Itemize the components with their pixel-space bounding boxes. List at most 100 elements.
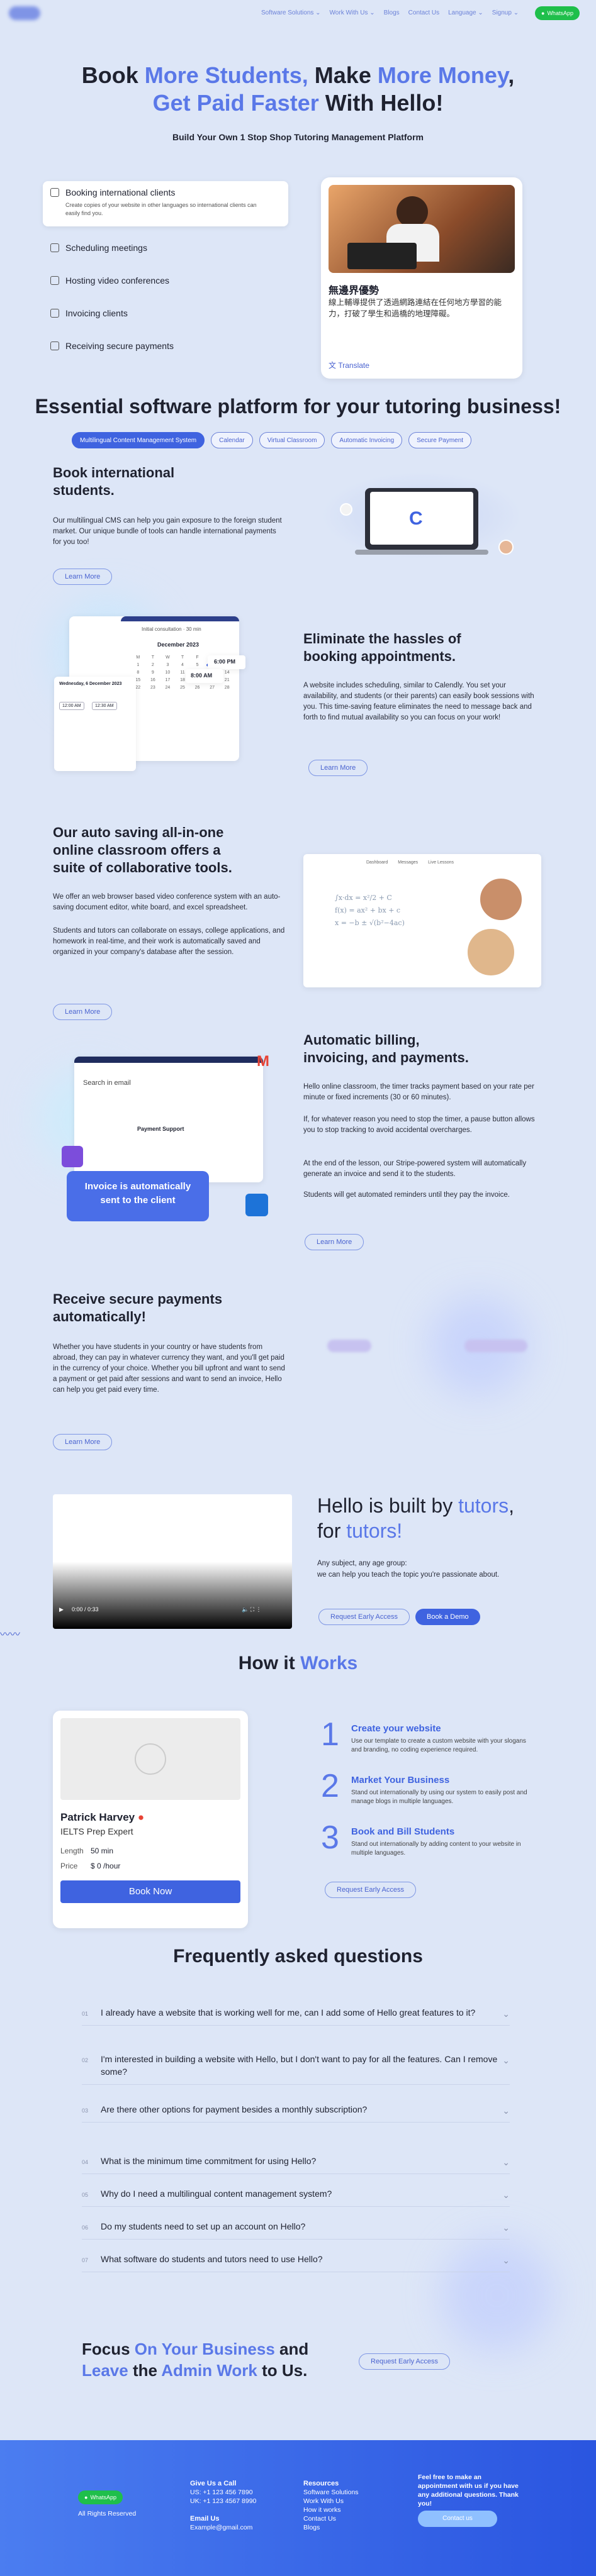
book-now-button[interactable]: Book Now: [60, 1880, 240, 1903]
s2-text: A website includes scheduling, similar t…: [303, 682, 534, 721]
nav-work-with-us[interactable]: Work With Us ⌄: [330, 9, 375, 16]
video-text1: Any subject, any age group:: [317, 1560, 407, 1567]
email-search[interactable]: Search in email: [83, 1079, 131, 1087]
card-text: 線上輔導提供了透過網路連結在任何地方學習的能力，打破了學生和過橋的地理障礙。: [329, 298, 502, 318]
s5-learn-more[interactable]: Learn More: [53, 1434, 113, 1450]
footer-link[interactable]: Contact Us: [303, 2515, 336, 2523]
s4-text4: Students will get automated reminders un…: [303, 1191, 510, 1199]
s4-text2: If, for whatever reason you need to stop…: [303, 1116, 535, 1134]
nav-signup[interactable]: Signup ⌄: [492, 9, 519, 16]
footer-resources: Resources Software Solutions Work With U…: [303, 2480, 359, 2531]
footer-link[interactable]: Software Solutions: [303, 2489, 359, 2496]
tab-dashboard[interactable]: Dashboard: [366, 860, 388, 865]
time-chip[interactable]: 6:00 PM: [208, 655, 245, 669]
tab-secure-payment[interactable]: Secure Payment: [408, 432, 472, 448]
brand-logo[interactable]: [9, 6, 40, 20]
whatsapp-button[interactable]: ● WhatsApp: [535, 6, 580, 20]
feature-payments[interactable]: Receiving secure payments: [50, 341, 174, 351]
feature-invoicing[interactable]: Invoicing clients: [50, 308, 128, 318]
step-title: Book and Bill Students: [351, 1826, 455, 1837]
card-title: 無邊界優勢: [329, 286, 380, 296]
footer-whatsapp-button[interactable]: ● WhatsApp: [78, 2490, 123, 2504]
s5-text: Whether you have students in your countr…: [53, 1343, 285, 1394]
wave-icon: 〰〰: [0, 1629, 21, 1640]
time-chip[interactable]: 8:00 AM: [186, 669, 223, 683]
volume-icon[interactable]: 🔈 ⛶ ⋮: [242, 1606, 262, 1613]
video-participant: [466, 927, 516, 977]
lock-icon: [50, 341, 59, 350]
hero-title-line1: Book More Students, Make More Money,: [81, 62, 515, 88]
s2-title: Eliminate the hassles of booking appoint…: [303, 631, 461, 664]
s3-text2: Students and tutors can collaborate on e…: [53, 927, 285, 956]
whiteboard-formulas[interactable]: ∫x·dx = x²/2 + Cf(x) = ax² + bx + cx = −…: [335, 892, 405, 930]
cta-request-access[interactable]: Request Early Access: [359, 2353, 450, 2370]
s3-learn-more[interactable]: Learn More: [53, 1004, 113, 1020]
footer-email[interactable]: Example@gmail.com: [190, 2524, 252, 2531]
step-desc: Stand out internationally by adding cont…: [351, 1841, 521, 1857]
step-title: Create your website: [351, 1723, 441, 1734]
footer: ● WhatsApp All Rights Reserved Give Us a …: [0, 2440, 596, 2576]
s3-title: Our auto saving all-in-one online classr…: [53, 824, 232, 875]
s1-learn-more[interactable]: Learn More: [53, 569, 113, 585]
faq-item[interactable]: 04 What is the minimum time commitment fo…: [82, 2155, 510, 2174]
nav-software-solutions[interactable]: Software Solutions ⌄: [261, 9, 321, 16]
footer-rights: All Rights Reserved: [78, 2510, 137, 2518]
footer-note: Feel free to make an appointment with us…: [418, 2473, 519, 2507]
student-photo: [329, 185, 515, 273]
calendar-icon: [50, 243, 59, 252]
tab-cms[interactable]: Multilingual Content Management System: [72, 432, 205, 448]
step-title: Market Your Business: [351, 1775, 450, 1785]
gmail-icon: M: [257, 1053, 269, 1070]
book-demo-button[interactable]: Book a Demo: [415, 1609, 480, 1625]
tab-virtual-classroom[interactable]: Virtual Classroom: [259, 432, 325, 448]
s2-learn-more[interactable]: Learn More: [308, 760, 368, 776]
payment-support: Payment Support: [137, 1126, 184, 1132]
tutor-photo-placeholder: [60, 1718, 240, 1800]
faq-item[interactable]: 03 Are there other options for payment be…: [82, 2103, 510, 2123]
how-request-access[interactable]: Request Early Access: [325, 1882, 416, 1898]
time-slot[interactable]: 12:30 AM: [92, 702, 117, 710]
footer-link[interactable]: Work With Us: [303, 2497, 344, 2505]
feature-video[interactable]: Hosting video conferences: [50, 275, 169, 286]
payment-illustration: [464, 1340, 527, 1352]
top-nav: Software Solutions ⌄ Work With Us ⌄ Blog…: [0, 0, 596, 28]
feature-scheduling[interactable]: Scheduling meetings: [50, 243, 147, 253]
footer-link[interactable]: How it works: [303, 2506, 341, 2514]
feature-booking[interactable]: Booking international clients: [50, 187, 175, 197]
nav-language[interactable]: Language ⌄: [448, 9, 483, 16]
faq-item[interactable]: 07 What software do students and tutors n…: [82, 2253, 510, 2272]
tab-calendar[interactable]: Calendar: [211, 432, 253, 448]
s3-text1: We offer an web browser based video conf…: [53, 893, 281, 911]
cta-heading: Focus On Your Business and Leave the Admi…: [82, 2340, 309, 2380]
play-icon[interactable]: ▶: [59, 1606, 64, 1613]
video-request-access[interactable]: Request Early Access: [318, 1609, 410, 1625]
nav-blogs[interactable]: Blogs: [384, 9, 400, 16]
session-price: $ 0 /hour: [91, 1862, 121, 1870]
time-slot[interactable]: 12:00 AM: [59, 702, 84, 710]
payment-illustration: [327, 1340, 371, 1352]
world-map-illustration: C: [315, 465, 529, 579]
video-player[interactable]: ▶ 0:00 / 0:33 🔈 ⛶ ⋮: [53, 1494, 292, 1629]
nav-links: Software Solutions ⌄ Work With Us ⌄ Blog…: [261, 9, 519, 16]
faq-item[interactable]: 01 I already have a website that is worki…: [82, 2006, 510, 2026]
invoice-badge: Invoice is automatically sent to the cli…: [67, 1171, 209, 1221]
footer-link[interactable]: Blogs: [303, 2524, 320, 2531]
video-time: 0:00 / 0:33: [72, 1606, 99, 1613]
faq-item[interactable]: 05 Why do I need a multilingual content m…: [82, 2187, 510, 2207]
essential-title: Essential software platform for your tut…: [35, 395, 561, 418]
faq-item[interactable]: 02 I'm interested in building a website w…: [82, 2053, 510, 2085]
footer-contact-button[interactable]: Contact us: [418, 2511, 497, 2527]
tab-live-lessons[interactable]: Live Lessons: [428, 860, 454, 865]
tab-automatic-invoicing[interactable]: Automatic Invoicing: [331, 432, 403, 448]
nav-contact-us[interactable]: Contact Us: [408, 9, 439, 16]
s4-learn-more[interactable]: Learn More: [305, 1234, 364, 1250]
faq-item[interactable]: 06 Do my students need to set up an accou…: [82, 2220, 510, 2240]
tab-messages[interactable]: Messages: [398, 860, 418, 865]
video-heading: Hello is built by tutors, for tutors!: [317, 1494, 515, 1542]
s4-title: Automatic billing, invoicing, and paymen…: [303, 1032, 469, 1065]
outlook-icon: [245, 1194, 268, 1216]
app-icon: [62, 1146, 83, 1167]
translate-link[interactable]: 文 Translate: [329, 360, 369, 370]
faq-title: Frequently asked questions: [173, 1946, 423, 1967]
how-title: How it Works: [238, 1653, 358, 1674]
